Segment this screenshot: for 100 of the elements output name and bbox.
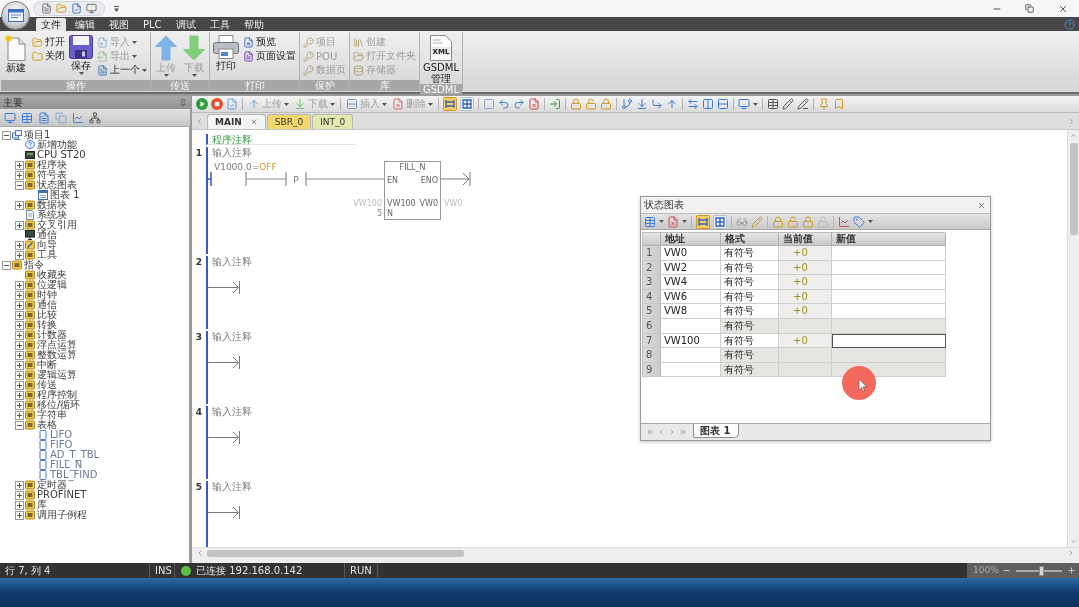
last-page-icon[interactable] — [679, 427, 687, 436]
tree-item[interactable]: 符号表 — [37, 170, 67, 180]
table-delete-icon[interactable] — [667, 215, 679, 228]
expand-box-icon[interactable] — [15, 410, 24, 420]
expand-box-icon[interactable] — [15, 290, 24, 300]
tree-item[interactable]: 调用子例程 — [37, 510, 87, 520]
tree-item[interactable]: 交叉引用 — [37, 220, 77, 230]
expand-box-icon[interactable] — [15, 400, 24, 410]
new-value-field[interactable] — [832, 304, 946, 319]
lock-icon[interactable] — [772, 215, 784, 228]
editor-tab[interactable]: MAIN — [207, 114, 266, 129]
tree-item[interactable]: 图表 1 — [50, 190, 80, 200]
table-icon[interactable] — [767, 98, 779, 110]
expand-box-icon[interactable] — [15, 350, 24, 360]
expand-box-icon[interactable] — [15, 160, 24, 170]
branch-icon[interactable] — [621, 98, 633, 110]
ribbon-button[interactable]: 保存 — [68, 33, 94, 80]
expand-box-icon[interactable] — [15, 490, 24, 500]
tree-item[interactable]: 收藏夹 — [37, 270, 67, 280]
pencil-line-icon[interactable] — [797, 98, 809, 110]
close-icon[interactable] — [977, 200, 986, 210]
tree-item[interactable]: 新增功能 — [37, 140, 77, 150]
tree-item[interactable]: 项目1 — [24, 130, 51, 140]
network-comment[interactable]: 输入注释 — [208, 331, 328, 343]
tree-item[interactable]: 移位/循环 — [37, 400, 81, 410]
tree-item[interactable]: FIFO — [50, 440, 73, 450]
tree-item[interactable]: 浮点运算 — [37, 340, 77, 350]
left-right-arrow-icon[interactable] — [687, 98, 699, 110]
grid-monitor-icon[interactable] — [713, 214, 727, 229]
tree-item[interactable]: FILL_N — [50, 460, 83, 470]
tree-item[interactable]: 整数运算 — [37, 350, 77, 360]
tree-item[interactable]: 系统块 — [37, 210, 67, 220]
grid-monitor-icon[interactable] — [460, 97, 474, 111]
tree-item[interactable]: 位逻辑 — [37, 280, 67, 290]
network-comment[interactable]: 输入注释 — [208, 481, 328, 493]
ribbon-button[interactable]: 打印 — [212, 33, 240, 80]
tree-item[interactable]: 通信 — [37, 300, 57, 310]
glasses-icon[interactable] — [736, 215, 748, 228]
tree-item[interactable]: 定时器 — [37, 480, 67, 490]
tree-item[interactable]: LIFO — [50, 430, 73, 440]
menu-tab[interactable]: 编辑 — [70, 18, 100, 31]
unlock-icon[interactable] — [787, 215, 799, 228]
document-icon[interactable] — [41, 3, 52, 14]
chart-icon[interactable] — [72, 111, 84, 124]
tree-item[interactable]: 比较 — [37, 310, 57, 320]
tree-item[interactable]: 表格 — [37, 420, 57, 430]
restore-icon[interactable] — [1025, 4, 1034, 13]
expand-box-icon[interactable] — [15, 500, 24, 510]
ribbon-button[interactable]: 新建 — [3, 33, 29, 80]
sheet-tab[interactable]: 图表 1 — [693, 424, 740, 438]
tree-item[interactable]: 中断 — [37, 360, 57, 370]
tree-item[interactable]: 计数器 — [37, 330, 67, 340]
tree-item[interactable]: PROFINET — [37, 490, 87, 500]
network-comment[interactable]: 输入注释 — [208, 406, 328, 418]
tree-item[interactable]: 程序块 — [37, 160, 67, 170]
expand-box-icon[interactable] — [15, 480, 24, 490]
menu-tab[interactable]: 文件 — [36, 18, 66, 31]
expand-box-icon[interactable] — [15, 360, 24, 370]
menu-tab[interactable]: 工具 — [204, 18, 235, 31]
tree-item[interactable]: 通信 — [37, 230, 57, 240]
undo-icon[interactable] — [498, 98, 510, 110]
tree-item[interactable]: TBL_FIND — [50, 470, 98, 480]
rows-icon[interactable] — [717, 98, 729, 110]
document-icon[interactable] — [38, 111, 50, 124]
network-comment[interactable]: 输入注释 — [208, 256, 328, 268]
pin-icon[interactable] — [179, 98, 187, 107]
save-document-icon[interactable] — [71, 3, 82, 14]
network-comment[interactable]: 输入注释 — [208, 147, 328, 159]
next-icon[interactable] — [668, 427, 676, 436]
menu-tab[interactable]: 调试 — [170, 18, 201, 31]
document-check-icon[interactable] — [226, 98, 238, 110]
ribbon-button[interactable]: 关闭 — [31, 49, 66, 63]
folder-open-icon[interactable] — [56, 3, 67, 14]
pencil-icon[interactable] — [782, 98, 794, 110]
table-icon[interactable] — [21, 111, 33, 124]
editor-tab[interactable]: INT_0 — [312, 114, 354, 129]
expand-box-icon[interactable] — [15, 340, 24, 350]
close-icon[interactable] — [1057, 3, 1068, 14]
tree-item[interactable]: AD_T_TBL — [50, 450, 100, 460]
tree-item[interactable]: CPU ST20 — [37, 150, 86, 160]
tag-icon[interactable] — [853, 215, 865, 228]
slider-thumb[interactable] — [1039, 565, 1045, 576]
ribbon-button[interactable]: 页面设置 — [242, 49, 297, 63]
monitor-icon[interactable] — [86, 3, 97, 14]
line-chart-icon[interactable] — [838, 215, 850, 228]
expand-box-icon[interactable] — [15, 370, 24, 380]
lock-icon[interactable] — [600, 98, 612, 110]
square-icon[interactable] — [483, 98, 495, 110]
ladder-monitor-icon[interactable] — [696, 214, 710, 229]
redo-icon[interactable] — [513, 98, 525, 110]
play-icon[interactable] — [196, 98, 208, 110]
tree-item[interactable]: 指令 — [24, 260, 44, 270]
tree-item[interactable]: 字符串 — [37, 410, 67, 420]
document-delete-icon[interactable] — [528, 98, 540, 110]
expand-box-icon[interactable] — [15, 200, 24, 210]
first-page-icon[interactable] — [646, 427, 654, 436]
ribbon-button[interactable]: 打开 — [31, 35, 66, 49]
collapse-box-icon[interactable] — [15, 180, 24, 190]
expand-box-icon[interactable] — [15, 380, 24, 390]
tree-item[interactable]: 状态图表 — [37, 180, 77, 190]
